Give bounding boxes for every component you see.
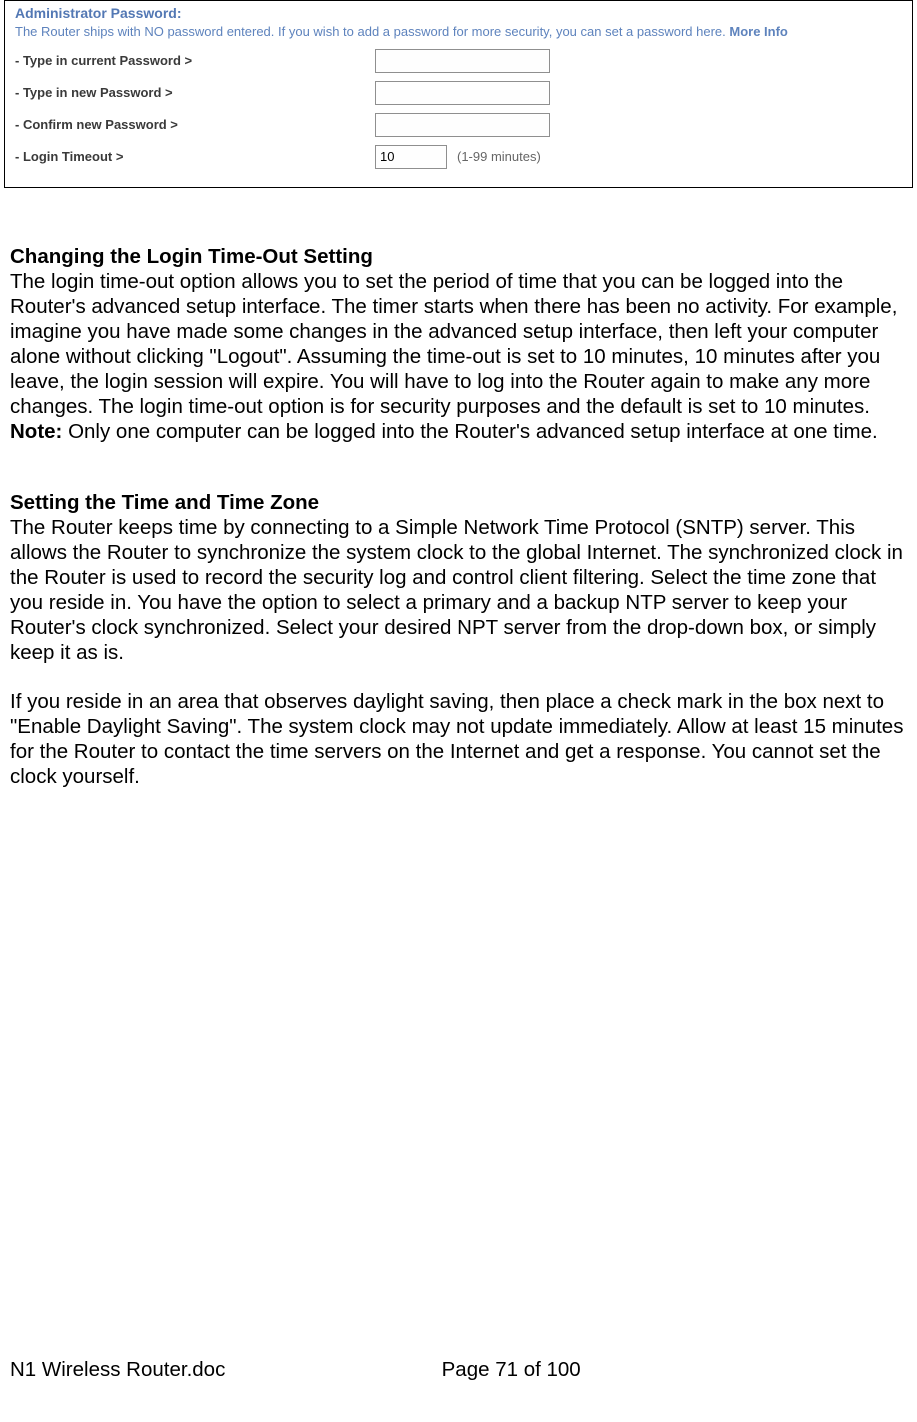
panel-description: The Router ships with NO password entere… [15,23,902,41]
admin-password-panel: Administrator Password: The Router ships… [4,0,913,188]
login-timeout-label: - Login Timeout > [15,149,375,164]
footer-filename: N1 Wireless Router.doc [0,1358,225,1382]
field-confirm-password: - Confirm new Password > [15,113,902,137]
section-1-heading: Changing the Login Time-Out Setting [10,244,907,269]
field-new-password: - Type in new Password > [15,81,902,105]
login-timeout-input[interactable] [375,145,447,169]
page-footer: N1 Wireless Router.doc Page 71 of 100 [0,1358,917,1382]
section-1-text-b: Only one computer can be logged into the… [62,420,877,443]
footer-page-number: Page 71 of 100 [225,1358,917,1382]
field-current-password: - Type in current Password > [15,49,902,73]
note-label: Note: [10,420,62,443]
section-2-paragraph-1: The Router keeps time by connecting to a… [10,515,907,665]
document-body: Changing the Login Time-Out Setting The … [0,188,917,789]
current-password-label: - Type in current Password > [15,53,375,68]
confirm-password-label: - Confirm new Password > [15,117,375,132]
section-1-text-a: The login time-out option allows you to … [10,270,897,418]
more-info-link[interactable]: More Info [729,24,788,39]
section-2-heading: Setting the Time and Time Zone [10,490,907,515]
section-2-paragraph-2: If you reside in an area that observes d… [10,689,907,789]
field-login-timeout: - Login Timeout > (1-99 minutes) [15,145,902,169]
new-password-input[interactable] [375,81,550,105]
current-password-input[interactable] [375,49,550,73]
panel-title: Administrator Password: [15,5,902,21]
panel-desc-text: The Router ships with NO password entere… [15,24,729,39]
section-1-paragraph: The login time-out option allows you to … [10,269,907,444]
login-timeout-suffix: (1-99 minutes) [457,149,541,164]
new-password-label: - Type in new Password > [15,85,375,100]
confirm-password-input[interactable] [375,113,550,137]
